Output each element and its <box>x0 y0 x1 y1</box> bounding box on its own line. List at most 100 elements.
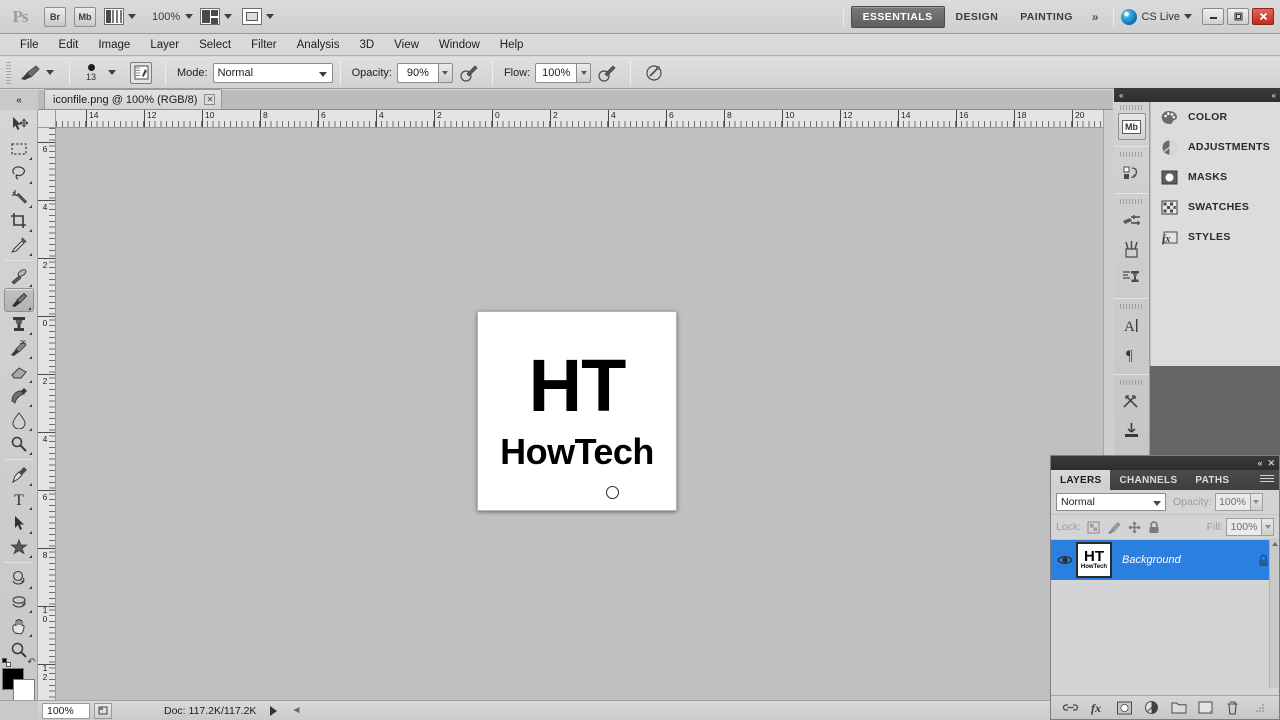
layer-list-scrollbar[interactable] <box>1269 540 1279 688</box>
layer-mask-icon[interactable] <box>1116 699 1134 717</box>
chevron-down-icon[interactable] <box>46 70 54 75</box>
chevron-down-icon[interactable] <box>108 70 116 75</box>
rail-grip[interactable] <box>1120 152 1143 157</box>
lock-all-icon[interactable] <box>1148 520 1160 534</box>
layer-fill-input[interactable]: 100% <box>1226 518 1262 536</box>
layer-style-icon[interactable]: fx <box>1089 699 1107 717</box>
blur-tool[interactable] <box>4 408 34 432</box>
layer-name[interactable]: Background <box>1122 554 1258 566</box>
menu-select[interactable]: Select <box>189 34 241 56</box>
lock-position-icon[interactable] <box>1128 521 1141 534</box>
menu-edit[interactable]: Edit <box>49 34 89 56</box>
menu-help[interactable]: Help <box>490 34 534 56</box>
rectangular-marquee-tool[interactable] <box>4 137 34 161</box>
delete-layer-icon[interactable] <box>1224 699 1242 717</box>
workspace-tab-design[interactable]: DESIGN <box>945 6 1010 28</box>
panel-resize-grip[interactable] <box>1251 699 1269 717</box>
healing-brush-tool[interactable] <box>4 264 34 288</box>
layer-fill-stepper[interactable] <box>1262 518 1274 536</box>
menu-filter[interactable]: Filter <box>241 34 287 56</box>
move-tool[interactable] <box>4 113 34 137</box>
panel-shortcut-swatches[interactable]: SWATCHES <box>1151 192 1280 222</box>
tab-paths[interactable]: PATHS <box>1186 470 1238 490</box>
rail-grip[interactable] <box>1120 304 1143 309</box>
history-brush-tool[interactable] <box>4 336 34 360</box>
rail-grip[interactable] <box>1120 105 1143 110</box>
toggle-brush-panel-button[interactable] <box>130 61 152 84</box>
airbrush-toggle-button[interactable] <box>642 61 666 85</box>
history-icon[interactable] <box>1118 160 1146 187</box>
flow-input[interactable]: 100% <box>535 62 578 83</box>
workspace-tab-essentials[interactable]: ESSENTIALS <box>850 5 945 28</box>
paragraph-icon[interactable]: ¶ <box>1118 341 1146 368</box>
vertical-ruler[interactable]: 6 4 2 0 2 4 6 8 10 12 <box>38 128 56 700</box>
document-tab[interactable]: iconfile.png @ 100% (RGB/8) ✕ <box>44 89 223 109</box>
view-extras-button[interactable] <box>104 6 143 28</box>
close-icon[interactable]: ✕ <box>204 94 216 105</box>
eyedropper-tool[interactable] <box>4 233 34 257</box>
mini-bridge-button[interactable]: Mb <box>74 6 96 27</box>
canvas-area[interactable]: HT HowTech <box>56 128 1103 700</box>
menu-analysis[interactable]: Analysis <box>287 34 350 56</box>
mini-bridge-icon[interactable]: Mb <box>1117 113 1146 140</box>
custom-shape-tool[interactable] <box>4 535 34 559</box>
panel-menu-icon[interactable] <box>1260 474 1274 486</box>
layer-list[interactable]: HT HowTech Background <box>1051 540 1279 688</box>
clone-source-icon[interactable] <box>1118 265 1146 292</box>
menu-view[interactable]: View <box>384 34 429 56</box>
3d-object-rotate-tool[interactable] <box>4 566 34 590</box>
lock-transparent-pixels-icon[interactable] <box>1087 521 1100 534</box>
layer-visibility-icon[interactable] <box>1055 554 1075 566</box>
horizontal-ruler[interactable]: 14 12 10 8 6 4 2 0 2 4 6 8 10 12 14 16 1… <box>56 110 1103 128</box>
rail-grip[interactable] <box>1120 199 1143 204</box>
tool-presets-icon[interactable] <box>1118 207 1146 234</box>
path-selection-tool[interactable] <box>4 511 34 535</box>
panel-shortcut-adjustments[interactable]: ADJUSTMENTS <box>1151 132 1280 162</box>
dodge-tool[interactable] <box>4 432 34 456</box>
workspace-overflow-icon[interactable]: » <box>1084 10 1107 24</box>
blend-mode-select[interactable]: Normal <box>212 62 333 83</box>
document-image[interactable]: HT HowTech <box>477 311 677 511</box>
brush-preset-picker[interactable] <box>17 61 43 85</box>
close-button[interactable] <box>1252 8 1274 25</box>
default-colors-icon[interactable] <box>1 658 11 667</box>
layer-opacity-input[interactable]: 100% <box>1214 493 1251 511</box>
screen-mode-button[interactable] <box>242 6 281 28</box>
menu-layer[interactable]: Layer <box>140 34 189 56</box>
minimize-button[interactable] <box>1202 8 1224 25</box>
gradient-tool[interactable] <box>4 384 34 408</box>
workspace-tab-painting[interactable]: PAINTING <box>1009 6 1084 28</box>
bridge-button[interactable]: Br <box>44 6 66 27</box>
panel-collapse-icon[interactable]: « <box>1257 458 1262 468</box>
status-menu-button[interactable] <box>94 702 112 719</box>
3d-icon[interactable] <box>1118 388 1146 415</box>
lock-image-pixels-icon[interactable] <box>1107 521 1121 534</box>
layer-blend-mode-select[interactable]: Normal <box>1056 493 1166 511</box>
adjustment-layer-icon[interactable] <box>1143 699 1161 717</box>
brush-icon[interactable] <box>1118 236 1146 263</box>
menu-3d[interactable]: 3D <box>349 34 384 56</box>
scroll-left-icon[interactable]: ◄ <box>291 705 301 716</box>
layer-opacity-stepper[interactable] <box>1250 493 1263 511</box>
cs-live-button[interactable]: CS Live <box>1121 8 1199 25</box>
flow-pressure-toggle[interactable] <box>595 61 619 85</box>
status-expand-icon[interactable] <box>270 705 278 716</box>
left-dock-collapse-button[interactable]: « <box>0 90 38 110</box>
pen-tool[interactable] <box>4 463 34 487</box>
character-icon[interactable]: A <box>1118 312 1146 339</box>
swap-colors-icon[interactable]: ↶ <box>27 657 35 668</box>
flow-stepper[interactable] <box>577 62 592 83</box>
layer-row-background[interactable]: HT HowTech Background <box>1051 540 1279 580</box>
opacity-input[interactable]: 90% <box>396 62 439 83</box>
opacity-pressure-toggle[interactable] <box>457 61 481 85</box>
link-layers-icon[interactable] <box>1062 699 1080 717</box>
zoom-input[interactable]: 100% <box>42 702 90 719</box>
opacity-stepper[interactable] <box>438 62 453 83</box>
new-group-icon[interactable] <box>1170 699 1188 717</box>
panel-shortcut-masks[interactable]: MASKS <box>1151 162 1280 192</box>
panel-shortcut-styles[interactable]: fx STYLES <box>1151 222 1280 252</box>
restore-button[interactable] <box>1227 8 1249 25</box>
type-tool[interactable]: T <box>4 487 34 511</box>
arrange-documents-button[interactable] <box>200 6 239 28</box>
tab-layers[interactable]: LAYERS <box>1051 470 1111 490</box>
